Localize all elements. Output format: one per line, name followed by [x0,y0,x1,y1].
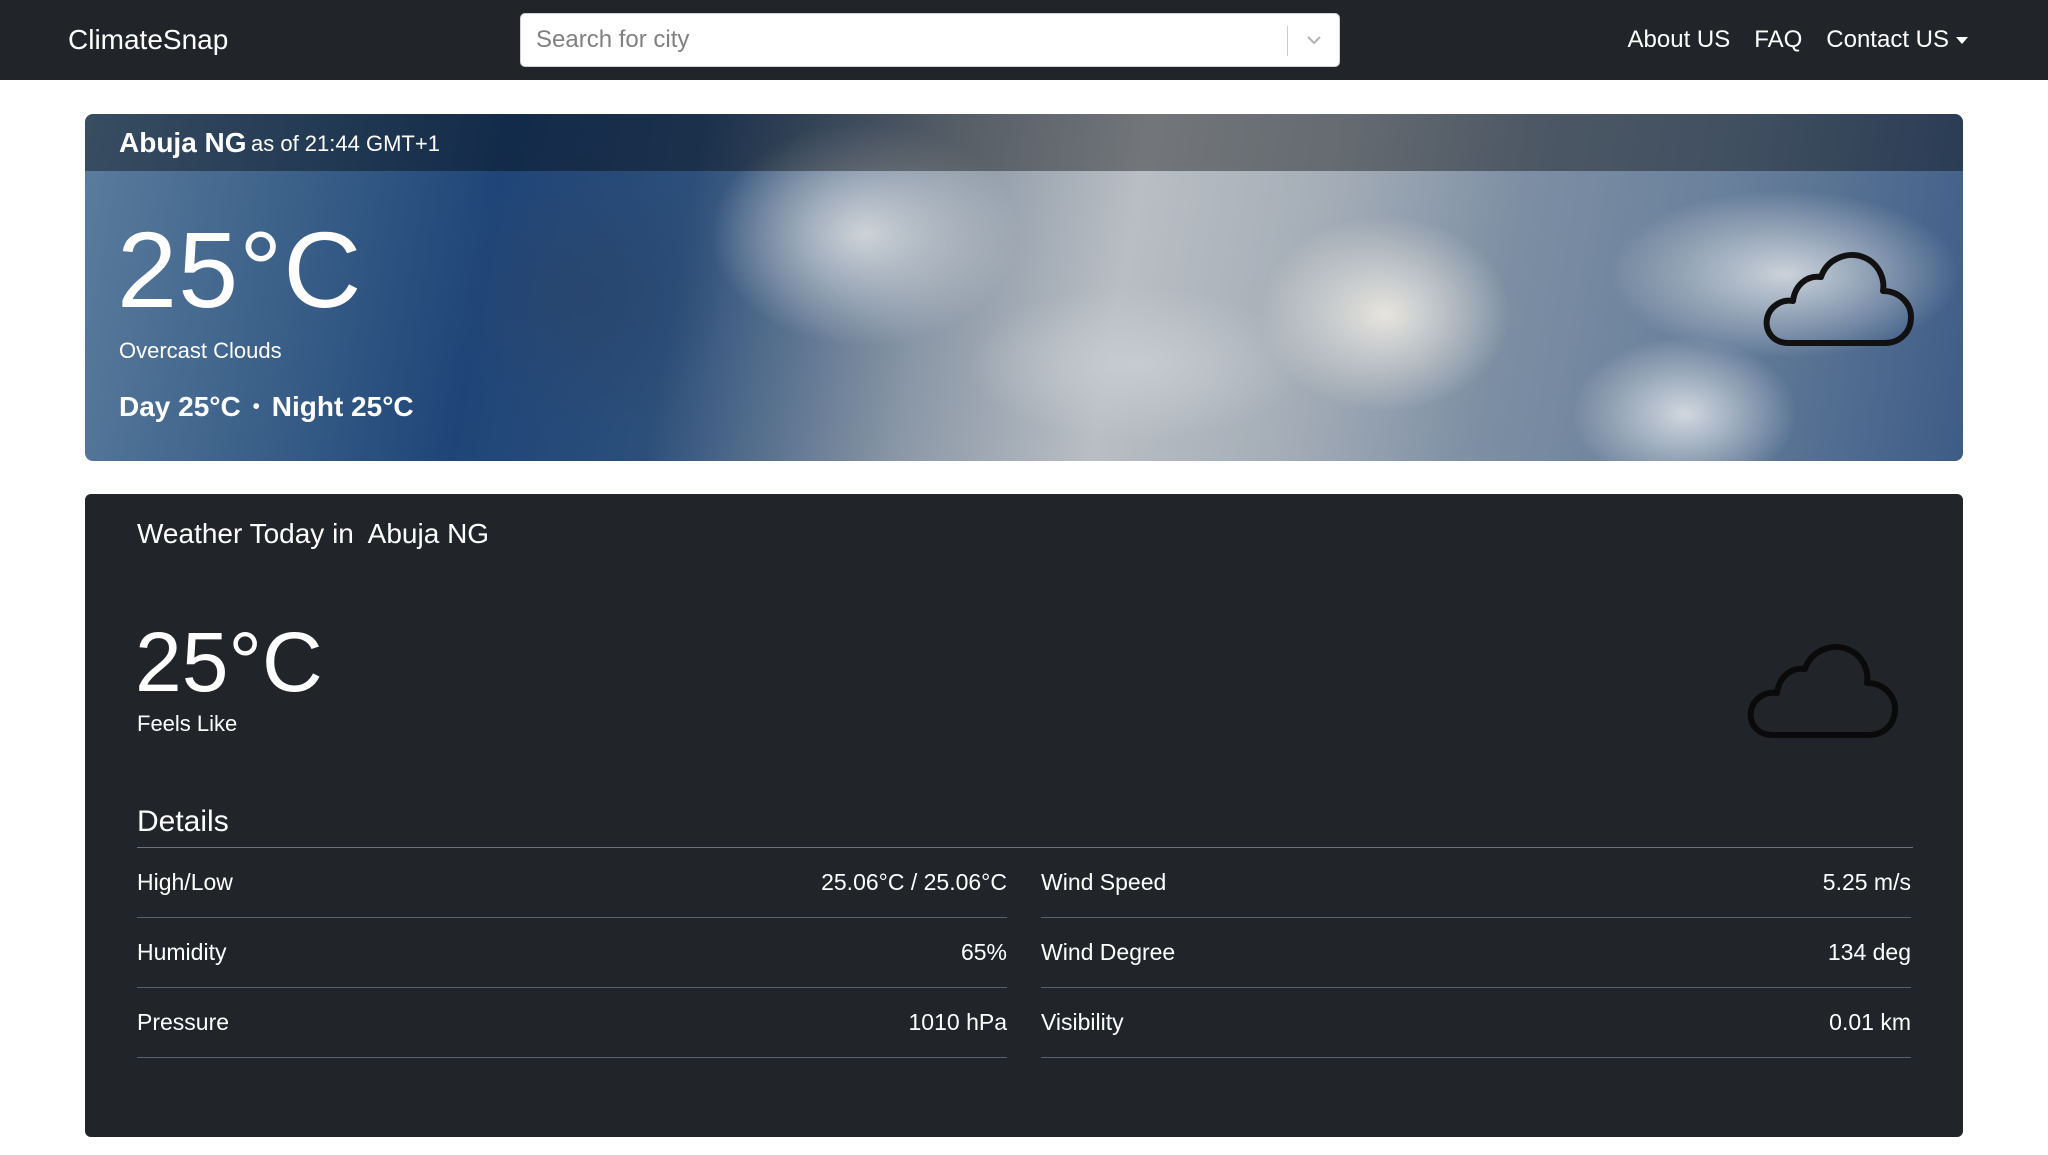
detail-value: 65% [960,939,1007,965]
chevron-down-icon[interactable] [1288,14,1340,66]
card-title: Weather Today in Abuja NG [137,516,489,552]
details-right-column: Wind Speed 5.25 m/s Wind Degree 134 deg … [1041,848,1911,1058]
hero-timestamp: as of 21:44 GMT+1 [251,131,440,156]
detail-row-pressure: Pressure 1010 hPa [137,988,1007,1058]
nav-contact-label: Contact US [1826,26,1949,53]
detail-label: Humidity [137,939,227,965]
detail-value: 0.01 km [1829,1009,1911,1035]
day-temp: Day 25°C [119,391,241,422]
nav-contact-dropdown[interactable]: Contact US [1826,22,1968,58]
detail-value: 25.06°C / 25.06°C [821,869,1007,895]
detail-value: 5.25 m/s [1822,869,1911,895]
weather-today-card: Weather Today in Abuja NG 25°C Feels Lik… [85,494,1963,1137]
hero-city: Abuja NG [119,127,247,158]
detail-label: Wind Speed [1041,869,1167,895]
cloud-icon [1763,252,1914,346]
details-left-column: High/Low 25.06°C / 25.06°C Humidity 65% … [137,848,1007,1058]
detail-value: 134 deg [1827,939,1911,965]
detail-row-humidity: Humidity 65% [137,918,1007,988]
nav-about[interactable]: About US [1628,22,1731,58]
detail-row-wind-speed: Wind Speed 5.25 m/s [1041,848,1911,918]
day-night-temps: Day 25°C • Night 25°C [119,389,414,425]
hero-temperature: 25°C [117,209,363,330]
detail-label: Visibility [1041,1009,1124,1035]
cloud-icon [1747,644,1898,738]
detail-row-high-low: High/Low 25.06°C / 25.06°C [137,848,1007,918]
detail-value: 1010 hPa [908,1009,1007,1035]
dot-separator: • [252,396,260,418]
nav-links: About US FAQ Contact US [1628,22,1968,58]
detail-label: Wind Degree [1041,939,1176,965]
search-input[interactable] [521,14,1281,66]
details-heading: Details [137,805,229,838]
hero-description: Overcast Clouds [119,338,282,363]
detail-row-wind-degree: Wind Degree 134 deg [1041,918,1911,988]
caret-down-icon [1956,36,1968,44]
card-title-prefix: Weather Today in [137,518,354,549]
night-temp: Night 25°C [271,391,414,422]
brand-logo[interactable]: ClimateSnap [68,22,228,58]
city-search[interactable] [520,13,1340,67]
nav-faq[interactable]: FAQ [1754,22,1802,58]
detail-label: High/Low [137,869,233,895]
current-weather-hero: Abuja NG as of 21:44 GMT+1 25°C Overcast… [85,114,1963,461]
top-navbar: ClimateSnap About US FAQ Contact US [0,0,2048,80]
detail-row-visibility: Visibility 0.01 km [1041,988,1911,1058]
card-title-city: Abuja NG [367,518,490,549]
detail-label: Pressure [137,1009,230,1035]
feels-like-label: Feels Like [137,711,238,736]
feels-like-temperature: 25°C [135,615,323,709]
